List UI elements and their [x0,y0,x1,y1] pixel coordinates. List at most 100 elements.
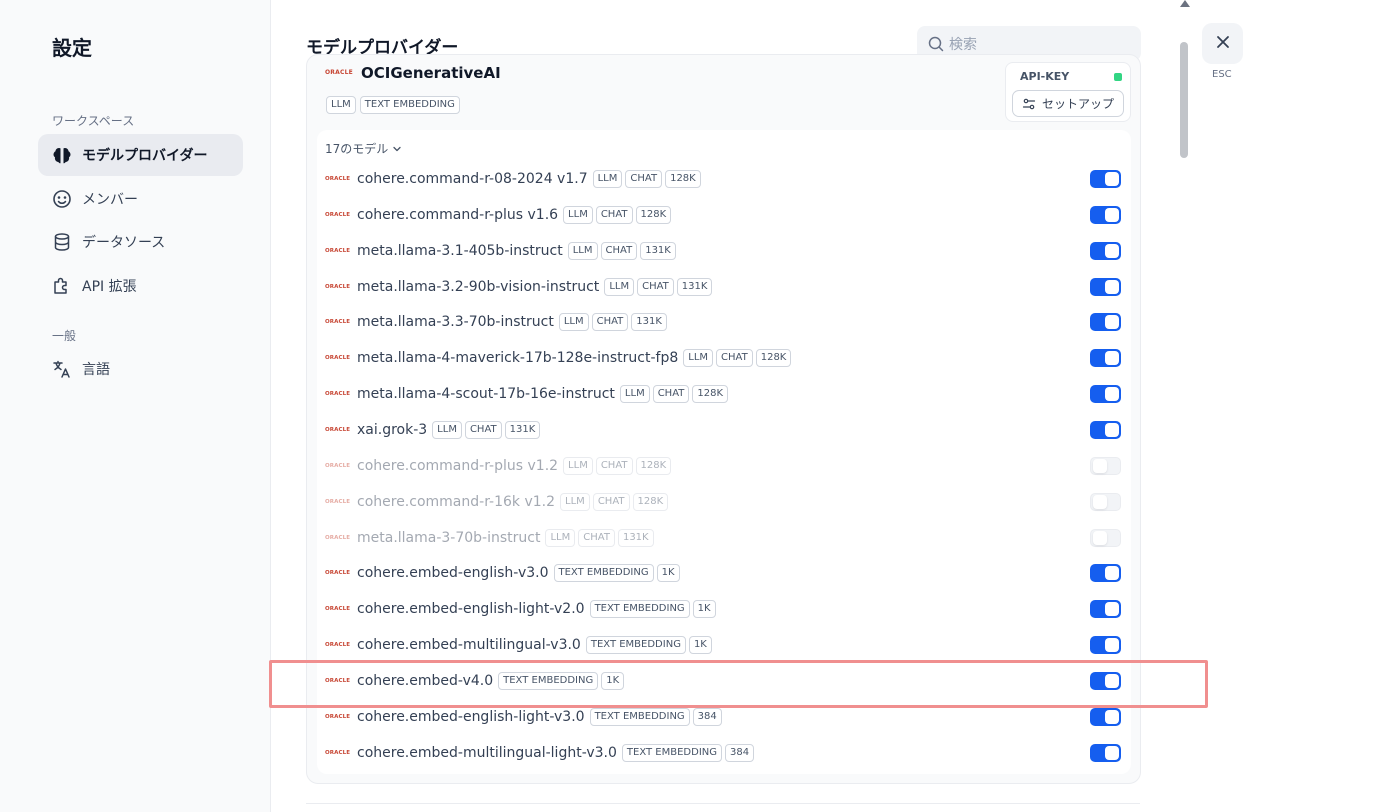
model-row: ORACLE meta.llama-4-maverick-17b-128e-ins… [325,341,1121,375]
model-tag: TEXT EMBEDDING [553,564,654,583]
model-name: meta.llama-4-scout-17b-16e-instruct [357,386,615,403]
sidebar-item-label: メンバー [82,192,138,208]
model-tag: CHAT [592,492,630,511]
model-enable-toggle[interactable] [1090,170,1121,188]
model-enable-toggle[interactable] [1090,456,1121,475]
model-enable-toggle[interactable] [1090,313,1121,332]
oracle-logo-icon: ORACLE [325,247,351,254]
database-icon [52,232,72,252]
search-placeholder: 検索 [949,36,977,53]
model-enable-toggle[interactable] [1090,385,1121,404]
model-tag: 131K [631,313,667,332]
model-tag: 128K [635,205,672,224]
model-row: ORACLE cohere.embed-english-light-v2.0 TEX… [325,592,1121,626]
close-icon [1215,34,1231,54]
model-row: ORACLE cohere.embed-english-light-v3.0 TEX… [325,700,1121,734]
settings-sidebar: 設定 ワークスペース モデルプロバイダー メンバー データソース API 拡張 … [0,0,271,812]
model-tag: LLM [545,528,576,547]
model-row: ORACLE cohere.command-r-plus v1.6 LLM CHAT 1… [325,198,1121,232]
oracle-logo-icon: ORACLE [325,426,351,433]
sidebar-item-label: API 拡張 [82,279,137,295]
model-tag: TEXT EMBEDDING [585,636,686,655]
model-tag: LLM [567,241,598,260]
model-tag: LLM [604,277,635,296]
model-tag: TEXT EMBEDDING [589,600,690,619]
model-enable-toggle[interactable] [1090,600,1121,619]
oracle-logo-icon: ORACLE [325,391,351,398]
settings-sliders-icon [1022,97,1036,111]
model-name: cohere.command-r-plus v1.6 [357,206,559,223]
model-name: cohere.command-r-16k v1.2 [357,493,556,510]
model-tag: LLM [563,205,593,224]
scroll-thumb[interactable] [1180,42,1188,158]
provider-badges: LLM TEXT EMBEDDING [326,96,460,114]
model-enable-toggle[interactable] [1090,349,1121,368]
oracle-logo-icon: ORACLE [325,355,351,362]
model-row: ORACLE cohere.embed-english-v3.0 TEXT EMBE… [325,556,1121,590]
oracle-logo-icon: ORACLE [325,606,351,613]
models-count-label: 17のモデル [325,142,389,156]
oracle-logo-icon: ORACLE [325,677,351,684]
model-enable-toggle[interactable] [1090,743,1121,762]
model-tag: LLM [560,492,590,511]
translate-icon [52,359,72,379]
model-tag: LLM [432,420,462,439]
models-count-toggle[interactable]: 17のモデル [325,140,403,157]
model-name: meta.llama-4-maverick-17b-128e-instruct-… [357,350,679,367]
model-enable-toggle[interactable] [1090,564,1121,583]
oracle-logo-icon: ORACLE [325,749,351,756]
model-name: meta.llama-3.3-70b-instruct [357,314,554,331]
smile-group-icon [52,189,72,209]
brain-icon [52,145,72,165]
scroll-up-arrow-icon[interactable] [1180,0,1190,7]
model-enable-toggle[interactable] [1090,277,1121,296]
model-name: cohere.embed-v4.0 [357,672,494,689]
oracle-logo-icon: ORACLE [325,570,351,577]
sidebar-item-api-extension[interactable]: API 拡張 [38,265,243,307]
model-enable-toggle[interactable] [1090,205,1121,224]
model-row: ORACLE cohere.embed-multilingual-light-v3… [325,736,1121,770]
setup-button-label: セットアップ [1041,97,1114,111]
model-tag: LLM [563,456,593,475]
model-enable-toggle[interactable] [1090,707,1121,726]
model-tag: CHAT [716,349,753,368]
oracle-logo-icon: ORACLE [325,498,351,505]
model-tag: CHAT [652,385,690,404]
close-button[interactable] [1202,23,1243,64]
model-name: cohere.embed-english-light-v2.0 [357,601,585,618]
model-enable-toggle[interactable] [1090,636,1121,655]
model-row: ORACLE meta.llama-3.1-405b-instruct LLM CHA… [325,234,1121,268]
model-tag: TEXT EMBEDDING [589,707,690,726]
model-enable-toggle[interactable] [1090,420,1121,439]
general-section-label: 一般 [52,329,77,343]
model-tag: 128K [755,349,792,368]
model-enable-toggle[interactable] [1090,241,1121,260]
model-enable-toggle[interactable] [1090,528,1121,547]
model-tag: 131K [504,420,541,439]
model-tag: CHAT [625,170,663,188]
model-tag: 131K [617,528,654,547]
sidebar-item-language[interactable]: 言語 [38,348,243,390]
model-name: cohere.embed-multilingual-light-v3.0 [357,744,617,761]
scrollbar[interactable] [1178,0,1192,812]
model-enable-toggle[interactable] [1090,671,1121,690]
model-tag: CHAT [600,241,638,260]
model-tag: 1K [656,564,680,583]
sidebar-item-data-source[interactable]: データソース [38,221,243,263]
model-name: cohere.command-r-08-2024 v1.7 [357,171,588,187]
model-tag: 384 [692,707,722,726]
api-key-label: API-KEY [1020,70,1070,83]
model-enable-toggle[interactable] [1090,492,1121,511]
setup-button[interactable]: セットアップ [1012,90,1124,117]
oracle-logo-icon: ORACLE [325,283,351,290]
sidebar-item-model-provider[interactable]: モデルプロバイダー [38,134,243,176]
model-tag: LLM [592,170,623,188]
model-tag: 128K [665,170,701,188]
model-row: ORACLE cohere.embed-v4.0 TEXT EMBEDDING 1K [325,664,1121,698]
model-row: ORACLE meta.llama-3.3-70b-instruct LLM CHAT… [325,305,1121,339]
model-name: meta.llama-3.1-405b-instruct [357,242,563,259]
oracle-logo-icon: ORACLE [325,319,351,326]
model-name: xai.grok-3 [357,421,428,438]
oracle-logo-icon: ORACLE [325,534,351,541]
sidebar-item-members[interactable]: メンバー [38,178,243,220]
